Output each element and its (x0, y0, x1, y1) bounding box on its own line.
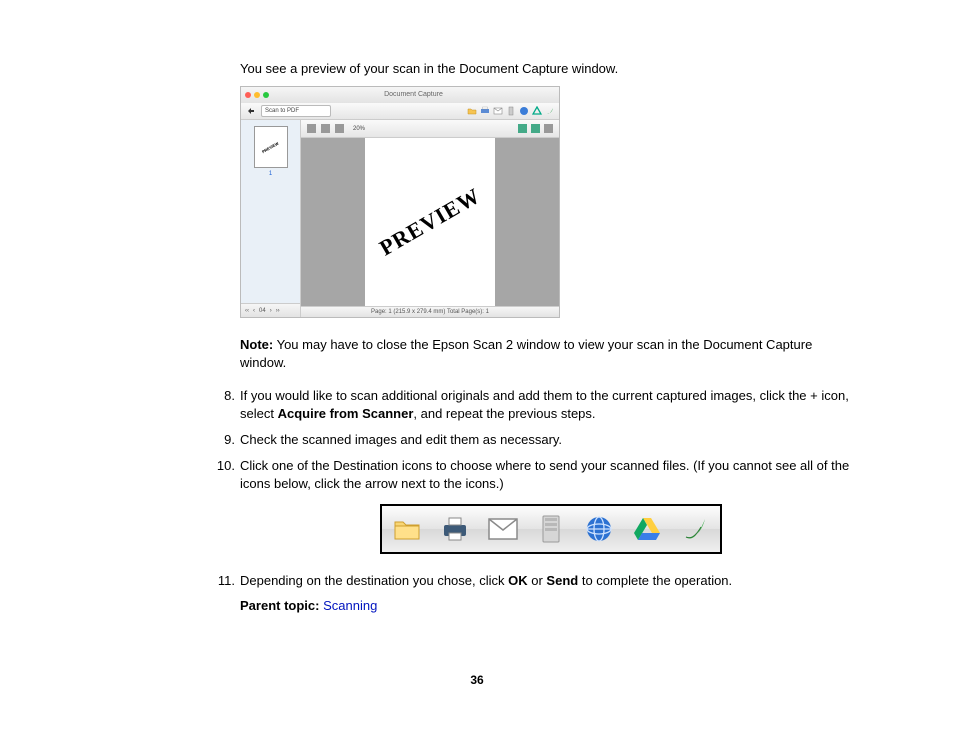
document-capture-screenshot: Document Capture Scan to PDF PREVIEW (240, 86, 560, 318)
rotate-left-icon (518, 124, 527, 133)
step-8: 8. If you would like to scan additional … (237, 387, 854, 423)
note-text: You may have to close the Epson Scan 2 w… (240, 337, 812, 370)
intro-text: You see a preview of your scan in the Do… (240, 60, 854, 78)
parent-topic: Parent topic: Scanning (240, 598, 854, 613)
folder-icon (392, 514, 422, 544)
zoom-icon (263, 92, 269, 98)
note-block: Note: You may have to close the Epson Sc… (240, 336, 854, 372)
step-10: 10. Click one of the Destination icons t… (237, 457, 854, 553)
folder-icon (467, 106, 477, 116)
zoom-out-icon (307, 124, 316, 133)
profile-dropdown: Scan to PDF (261, 105, 331, 117)
parent-topic-link[interactable]: Scanning (323, 598, 377, 613)
zoom-in-icon (321, 124, 330, 133)
drive-icon (532, 106, 542, 116)
crop-icon (544, 124, 553, 133)
manual-page: You see a preview of your scan in the Do… (0, 0, 954, 727)
page-thumbnail: PREVIEW (254, 126, 288, 168)
step-9: 9. Check the scanned images and edit the… (237, 431, 854, 449)
printer-icon (440, 514, 470, 544)
page-nav-value: 04 (259, 308, 266, 314)
printer-icon (480, 106, 490, 116)
scanned-page: PREVIEW (365, 138, 495, 306)
zoom-value: 20% (353, 126, 365, 132)
mail-icon (493, 106, 503, 116)
server-icon (536, 514, 566, 544)
close-icon (245, 92, 251, 98)
page-number: 36 (100, 673, 854, 687)
evernote-icon (545, 106, 555, 116)
parent-topic-label: Parent topic: (240, 598, 319, 613)
scan-icon (245, 105, 257, 117)
server-icon (506, 106, 516, 116)
evernote-icon (680, 514, 710, 544)
drive-icon (632, 514, 662, 544)
note-label: Note: (240, 337, 273, 352)
window-title: Document Capture (272, 91, 555, 98)
steps-list: 8. If you would like to scan additional … (100, 387, 854, 590)
preview-watermark: PREVIEW (375, 183, 485, 262)
fit-icon (335, 124, 344, 133)
destination-icons-bar (380, 504, 722, 554)
status-bar: Page: 1 (215.9 x 279.4 mm) Total Page(s)… (301, 306, 559, 317)
web-icon (519, 106, 529, 116)
web-icon (584, 514, 614, 544)
thumbnail-number: 1 (247, 171, 294, 177)
step-11: 11. Depending on the destination you cho… (237, 572, 854, 590)
rotate-right-icon (531, 124, 540, 133)
mail-icon (488, 514, 518, 544)
minimize-icon (254, 92, 260, 98)
